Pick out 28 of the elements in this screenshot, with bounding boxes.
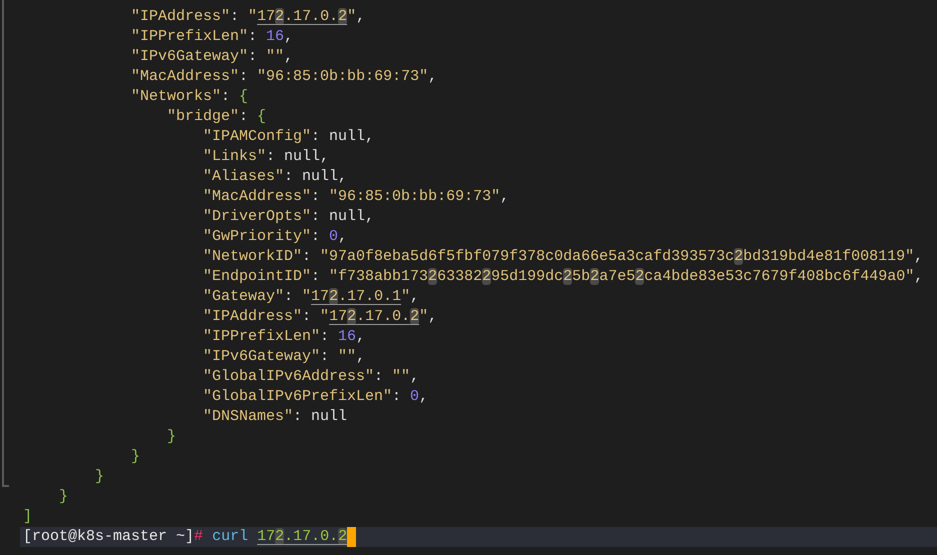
code-line: } <box>167 427 176 447</box>
prompt-text: [root@k8s-master ~]# curl 172.17.0.2 <box>23 527 348 547</box>
code-line: "DriverOpts": null, <box>203 207 374 227</box>
code-line: } <box>95 467 104 487</box>
code-line: "IPv6Gateway": "", <box>203 347 366 367</box>
code-line: "Links": null, <box>203 147 330 167</box>
code-line: } <box>131 447 140 467</box>
code-line: "MacAddress": "96:85:0b:bb:69:73", <box>203 187 510 207</box>
code-line: "GwPriority": 0, <box>203 227 348 247</box>
code-line: "NetworkID": "97a0f8eba5d6f5fbf079f378c0da66e5a3cafd393573c2bd319bd4e81f008119", <box>203 247 924 267</box>
code-line: "IPPrefixLen": 16, <box>203 327 366 347</box>
code-line: "IPAddress": "172.17.0.2", <box>131 7 366 27</box>
code-line: ] <box>23 507 32 527</box>
code-line: "IPv6Gateway": "", <box>131 47 294 67</box>
code-line: "MacAddress": "96:85:0b:bb:69:73", <box>131 67 438 87</box>
code-line: "GlobalIPv6Address": "", <box>203 367 420 387</box>
code-line: "Networks": { <box>131 87 248 107</box>
code-line: "Aliases": null, <box>203 167 348 187</box>
code-line: "GlobalIPv6PrefixLen": 0, <box>203 387 428 407</box>
code-line: "bridge": { <box>167 107 266 127</box>
code-line: } <box>59 487 68 507</box>
code-line: "EndpointID": "f738abb173263382295d199dc25b2a7e52ca4bde83e53c7679f408bc6f449a0", <box>203 267 924 287</box>
code-line: "IPAddress": "172.17.0.2", <box>203 307 438 327</box>
code-line: "IPPrefixLen": 16, <box>131 27 294 47</box>
code-line: "DNSNames": null <box>203 407 348 427</box>
code-line: "Gateway": "172.17.0.1", <box>203 287 420 307</box>
code-line: "IPAMConfig": null, <box>203 127 374 147</box>
text-cursor <box>347 527 356 547</box>
